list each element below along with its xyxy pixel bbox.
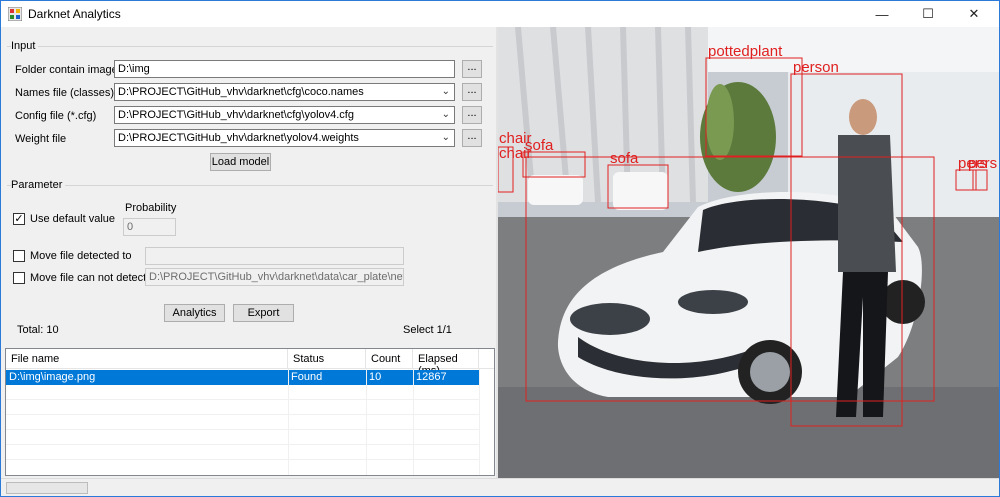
car-rim-front xyxy=(750,352,790,392)
config-select[interactable]: D:\PROJECT\GitHub_vhv\darknet\cfg\yolov4… xyxy=(114,106,455,124)
chevron-down-icon: ⌄ xyxy=(441,109,450,120)
car-wheel-rear xyxy=(881,280,925,324)
weight-value: D:\PROJECT\GitHub_vhv\darknet\yolov4.wei… xyxy=(118,132,359,144)
results-list[interactable]: File name Status Count Elapsed (ms) D:\i… xyxy=(5,348,495,476)
table-row[interactable]: D:\img\image.png Found 10 12867 xyxy=(6,370,479,385)
title-bar: Darknet Analytics — ☐ ✕ xyxy=(1,1,999,27)
lounge-sofa-right xyxy=(613,172,668,210)
grid-line xyxy=(6,444,479,445)
col-divider xyxy=(479,369,480,475)
label-sofa: sofa xyxy=(610,150,639,167)
parameter-group-border xyxy=(7,185,493,186)
cell-status: Found xyxy=(288,370,366,385)
app-window: Darknet Analytics — ☐ ✕ Input Folder con… xyxy=(0,0,1000,497)
grid-line xyxy=(6,459,479,460)
cell-elapsed: 12867 xyxy=(413,370,479,385)
col-divider xyxy=(288,369,289,475)
status-bar xyxy=(1,478,999,496)
move-not-detected-input[interactable]: D:\PROJECT\GitHub_vhv\darknet\data\car_p… xyxy=(145,268,404,286)
label-person-3: pers xyxy=(968,155,997,172)
chevron-down-icon: ⌄ xyxy=(441,132,450,143)
minimize-icon: — xyxy=(875,6,889,22)
names-value: D:\PROJECT\GitHub_vhv\darknet\cfg\coco.n… xyxy=(118,86,364,98)
names-browse-button[interactable]: ... xyxy=(462,83,482,101)
chevron-down-icon: ⌄ xyxy=(441,86,450,97)
label-person: person xyxy=(793,59,839,76)
person-jacket xyxy=(838,135,896,272)
list-header: File name Status Count Elapsed (ms) xyxy=(6,349,494,377)
config-browse-button[interactable]: ... xyxy=(462,106,482,124)
car-headlight-left xyxy=(570,303,650,335)
progress-bar xyxy=(6,482,88,494)
names-label: Names file (classes) xyxy=(15,87,115,99)
input-group-border xyxy=(7,46,493,47)
move-not-detected-checkbox[interactable] xyxy=(13,272,25,284)
column-header-file[interactable]: File name xyxy=(6,349,288,369)
detection-image-svg: pottedplant person sofa chair chair sofa… xyxy=(498,27,999,478)
move-detected-label: Move file detected to xyxy=(30,250,132,262)
grid-line xyxy=(6,429,479,430)
grid-line xyxy=(6,399,479,400)
label-sofa-2: sofa xyxy=(525,137,554,154)
export-button[interactable]: Export xyxy=(233,304,294,322)
maximize-icon: ☐ xyxy=(922,6,934,21)
cell-file: D:\img\image.png xyxy=(6,370,288,385)
probability-label: Probability xyxy=(125,202,177,214)
parameter-group-label: Parameter xyxy=(11,179,66,191)
cell-count: 10 xyxy=(366,370,413,385)
minimize-button[interactable]: — xyxy=(859,1,905,27)
selection-count: Select 1/1 xyxy=(403,324,452,336)
maximize-button[interactable]: ☐ xyxy=(905,1,951,27)
window-title: Darknet Analytics xyxy=(28,7,121,21)
use-default-label: Use default value xyxy=(30,213,115,225)
person-head xyxy=(849,99,877,135)
column-header-status[interactable]: Status xyxy=(288,349,366,369)
close-button[interactable]: ✕ xyxy=(951,1,997,27)
input-group-label: Input xyxy=(11,40,39,52)
col-divider xyxy=(366,369,367,475)
column-header-count[interactable]: Count xyxy=(366,349,413,369)
probability-input[interactable]: 0 xyxy=(123,218,176,236)
folder-browse-button[interactable]: ... xyxy=(462,60,482,78)
folder-label: Folder contain images xyxy=(15,64,124,76)
folder-input[interactable]: D:\img xyxy=(114,60,455,78)
move-detected-checkbox[interactable] xyxy=(13,250,25,262)
move-not-detected-label: Move file can not detect to xyxy=(30,272,159,284)
plant-leaf xyxy=(706,84,734,160)
analytics-button[interactable]: Analytics xyxy=(164,304,225,322)
column-header-elapsed[interactable]: Elapsed (ms) xyxy=(413,349,479,377)
load-model-button[interactable]: Load model xyxy=(210,153,271,171)
total-count: Total: 10 xyxy=(17,324,59,336)
weight-label: Weight file xyxy=(15,133,67,145)
app-icon xyxy=(8,7,22,21)
col-divider xyxy=(413,369,414,475)
close-icon: ✕ xyxy=(968,6,980,21)
weight-browse-button[interactable]: ... xyxy=(462,129,482,147)
names-select[interactable]: D:\PROJECT\GitHub_vhv\darknet\cfg\coco.n… xyxy=(114,83,455,101)
config-label: Config file (*.cfg) xyxy=(15,110,97,122)
lounge-sofa-left xyxy=(528,175,583,205)
car-headlight-right xyxy=(678,290,748,314)
config-value: D:\PROJECT\GitHub_vhv\darknet\cfg\yolov4… xyxy=(118,109,354,121)
grid-line xyxy=(6,414,479,415)
label-pottedplant: pottedplant xyxy=(708,43,783,60)
move-detected-input[interactable] xyxy=(145,247,404,265)
detection-image: pottedplant person sofa chair chair sofa… xyxy=(498,27,999,478)
weight-select[interactable]: D:\PROJECT\GitHub_vhv\darknet\yolov4.wei… xyxy=(114,129,455,147)
use-default-checkbox[interactable]: ✓ xyxy=(13,213,25,225)
